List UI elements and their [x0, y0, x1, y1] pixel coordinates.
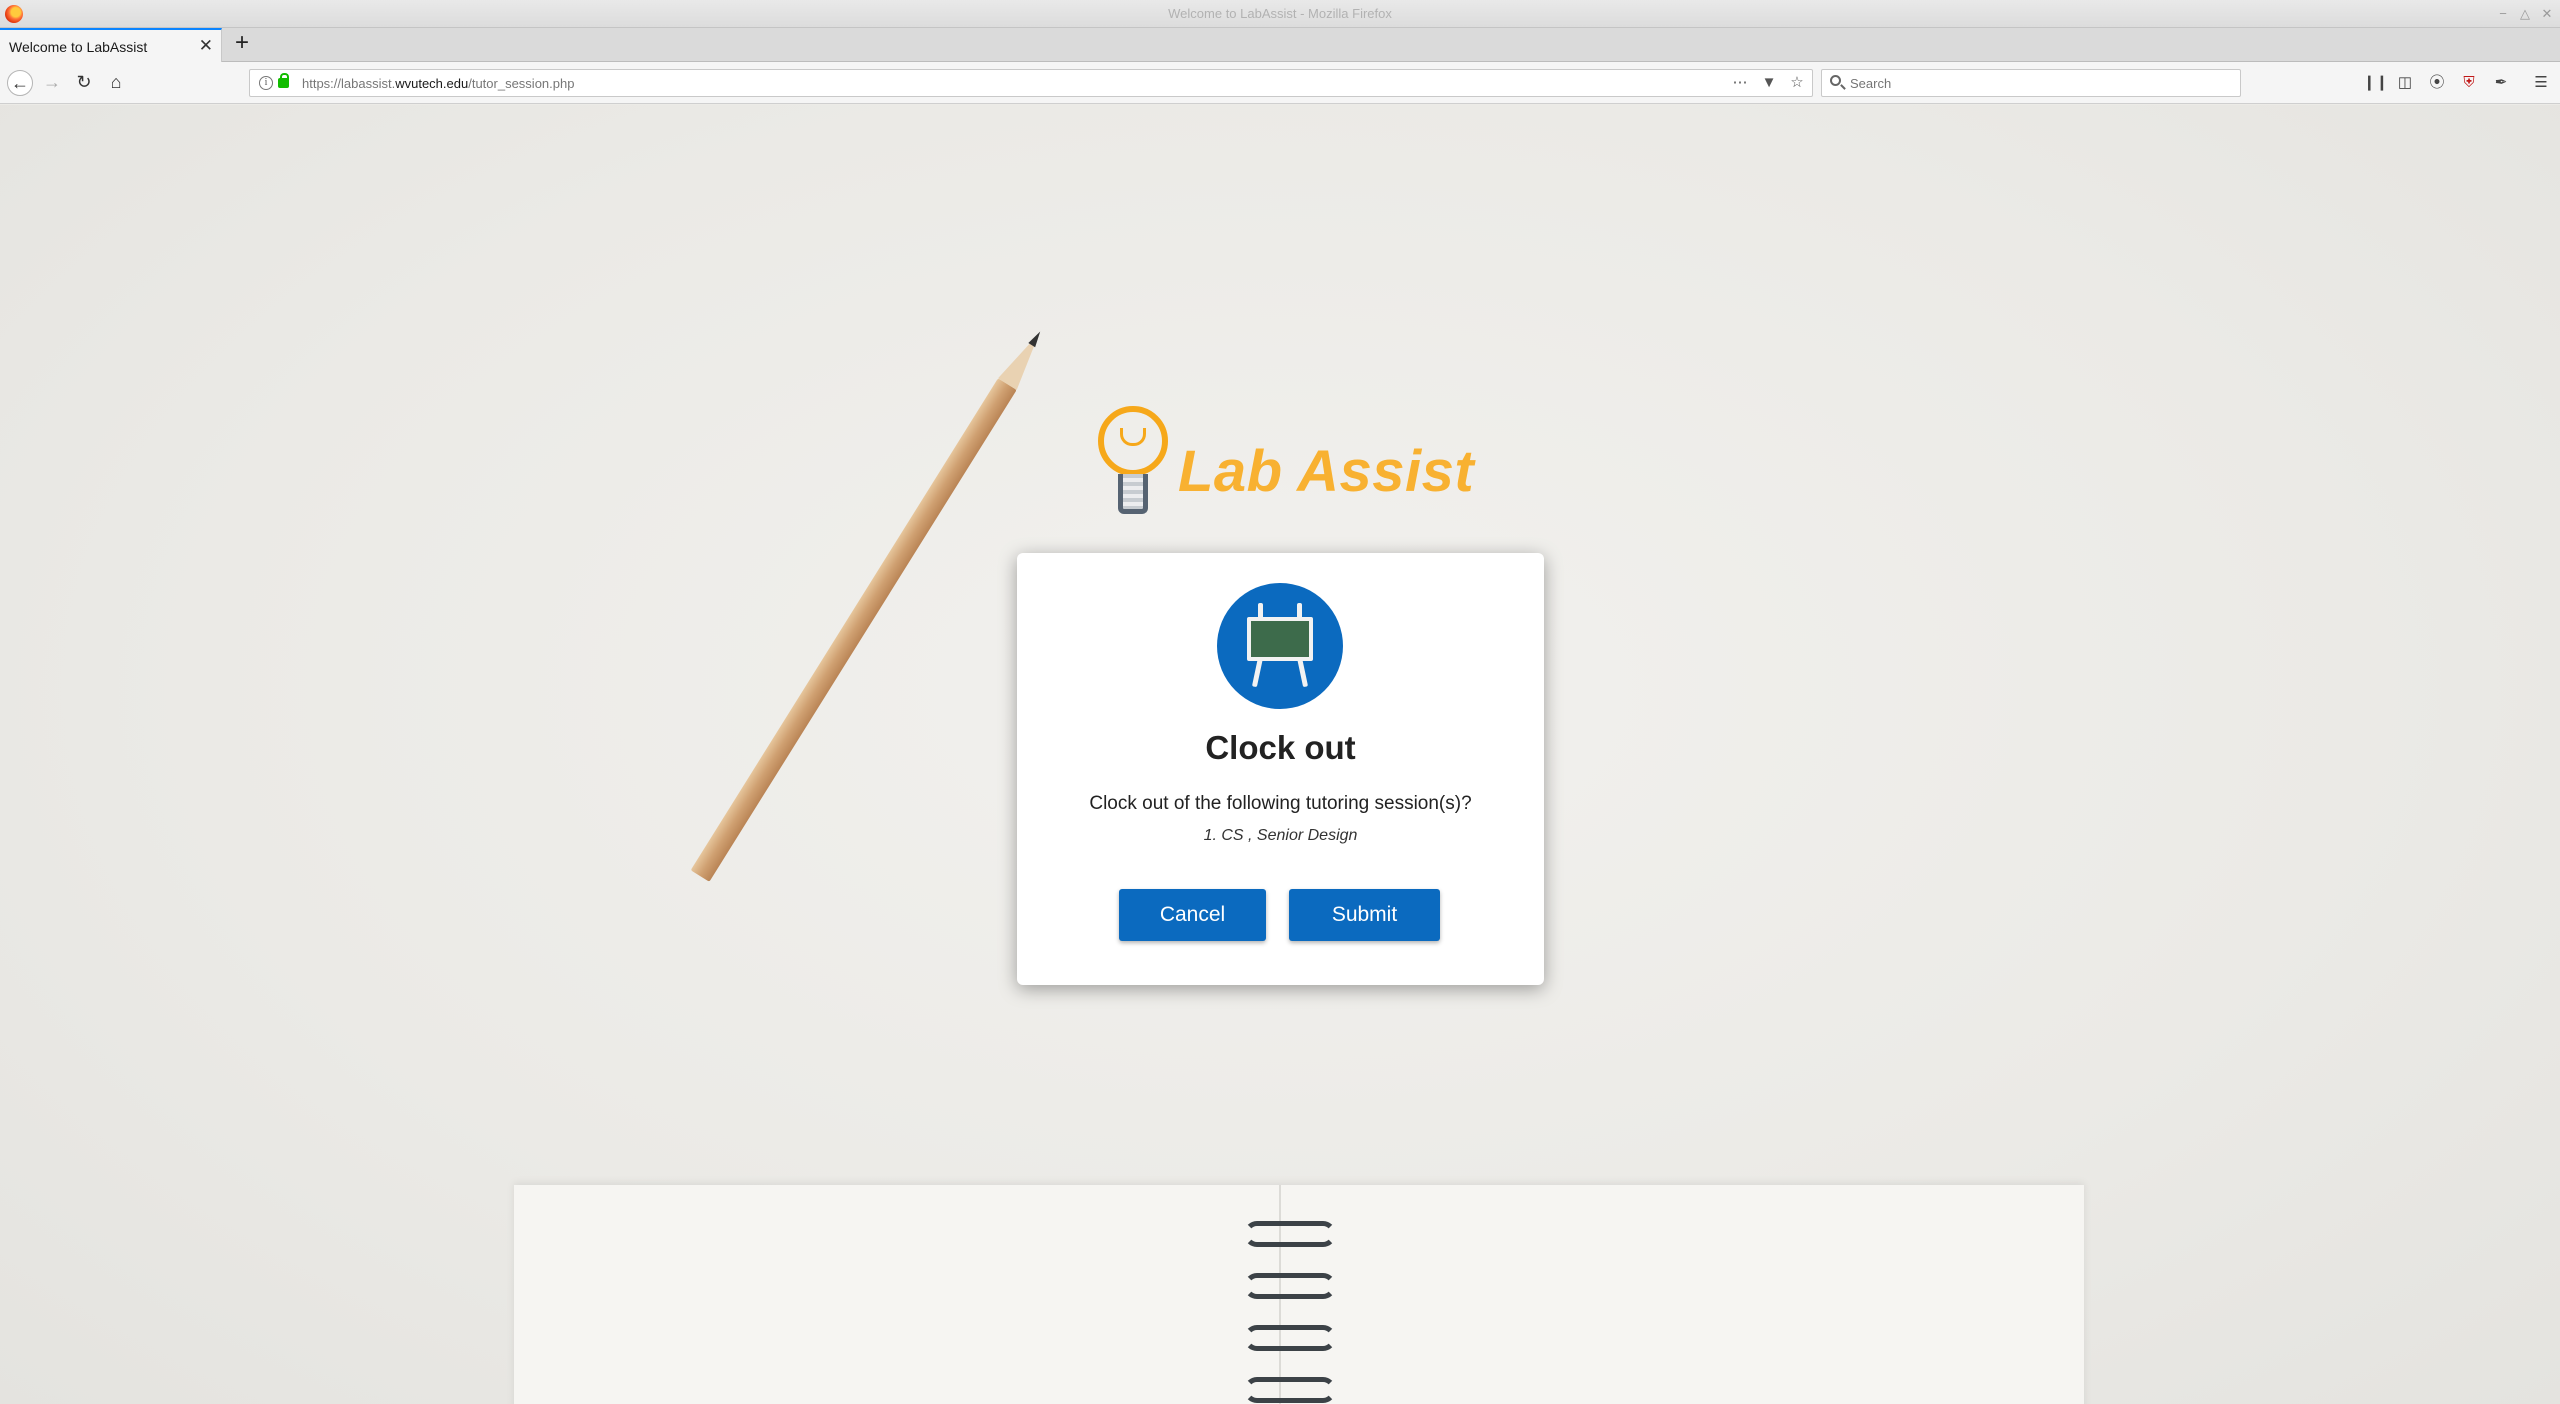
- shield-extension-icon[interactable]: ⛨: [2459, 73, 2479, 93]
- dialog-question: Clock out of the following tutoring sess…: [1089, 793, 1472, 814]
- page-info-icon[interactable]: i: [259, 76, 273, 90]
- compass-icon[interactable]: ⦿: [2427, 73, 2447, 93]
- pencil-image: [690, 327, 1049, 882]
- tab-close-icon[interactable]: ✕: [199, 36, 213, 56]
- new-tab-icon[interactable]: +: [230, 31, 254, 56]
- notebook-image: [514, 1185, 2084, 1404]
- pocket-icon[interactable]: ▼: [1759, 74, 1779, 94]
- submit-button[interactable]: Submit: [1289, 889, 1440, 941]
- close-window-icon[interactable]: ✕: [2538, 5, 2556, 23]
- clock-out-dialog: Clock out Clock out of the following tut…: [1017, 553, 1544, 985]
- logo-text: Lab Assist: [1178, 439, 1475, 504]
- notebook-ring: [1244, 1325, 1336, 1351]
- url-text[interactable]: https://labassist.wvutech.edu/tutor_sess…: [302, 76, 574, 91]
- notebook-ring: [1244, 1221, 1336, 1247]
- page-actions-icon[interactable]: ⋯: [1730, 74, 1750, 94]
- menu-hamburger-icon[interactable]: ☰: [2531, 73, 2551, 93]
- tab-title: Welcome to LabAssist: [9, 39, 148, 55]
- url-bar[interactable]: i https://labassist.wvutech.edu/tutor_se…: [249, 69, 1813, 97]
- dialog-title: Clock out: [1205, 729, 1356, 766]
- secure-lock-icon[interactable]: [278, 73, 289, 88]
- window-titlebar: Welcome to LabAssist - Mozilla Firefox −…: [0, 0, 2560, 28]
- search-input[interactable]: [1850, 74, 2230, 92]
- tab-welcome[interactable]: Welcome to LabAssist ✕: [0, 28, 222, 62]
- window-title: Welcome to LabAssist - Mozilla Firefox: [1168, 6, 1392, 21]
- library-icon[interactable]: ❙❙: [2363, 73, 2388, 93]
- lightbulb-base: [1118, 474, 1148, 514]
- labassist-logo: Lab Assist: [1092, 400, 1474, 520]
- cancel-button[interactable]: Cancel: [1119, 889, 1266, 941]
- back-arrow-icon[interactable]: ←: [7, 70, 33, 96]
- tab-strip: Welcome to LabAssist ✕ +: [0, 28, 2560, 62]
- reload-icon[interactable]: ↻: [71, 70, 97, 96]
- chalkboard: [1247, 617, 1313, 661]
- search-bar[interactable]: [1821, 69, 2241, 97]
- session-list-item: 1. CS , Senior Design: [1203, 827, 1358, 844]
- home-icon[interactable]: ⌂: [103, 70, 129, 96]
- easel-leg: [1251, 656, 1264, 688]
- notebook-ring: [1244, 1377, 1336, 1403]
- bookmark-star-icon[interactable]: ☆: [1787, 74, 1807, 94]
- page-content: Lab Assist Clock out Clock out of the fo…: [0, 105, 2560, 1404]
- sidebar-icon[interactable]: ◫: [2395, 73, 2415, 93]
- eyedropper-icon[interactable]: ✒: [2491, 73, 2511, 93]
- navigation-bar: ← → ↻ ⌂ i https://labassist.wvutech.edu/…: [0, 62, 2560, 104]
- easel-chalkboard-icon: [1217, 583, 1343, 709]
- easel-leg: [1296, 656, 1309, 688]
- search-icon: [1830, 75, 1841, 86]
- notebook-ring: [1244, 1273, 1336, 1299]
- forward-arrow-icon[interactable]: →: [39, 70, 65, 96]
- maximize-icon[interactable]: △: [2516, 5, 2534, 23]
- minimize-icon[interactable]: −: [2494, 5, 2512, 23]
